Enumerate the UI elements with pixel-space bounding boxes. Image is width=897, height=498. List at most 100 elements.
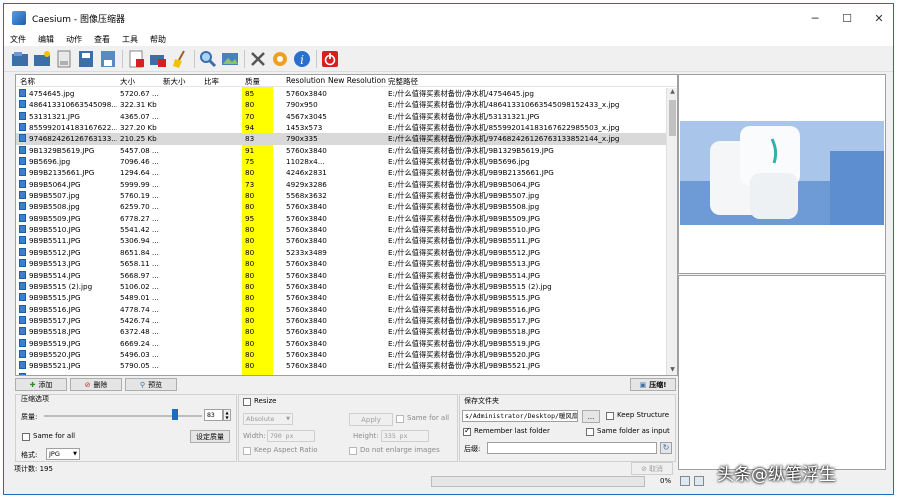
- scroll-up-icon[interactable]: ▲: [667, 88, 677, 98]
- col-quality[interactable]: 质量: [245, 76, 260, 87]
- refresh-icon[interactable]: ↻: [660, 442, 672, 454]
- cell-name: 9B9B5517.JPG: [29, 315, 81, 325]
- settings-gear-icon[interactable]: [270, 49, 290, 69]
- table-row[interactable]: 9B9B5515 (2).jpg 5106.02 ... 80 5760x3840 E:…: [16, 281, 666, 292]
- keep-structure-checkbox[interactable]: [606, 412, 614, 420]
- open-list-icon[interactable]: [54, 49, 74, 69]
- remove-button[interactable]: ⊘ 删除: [70, 378, 122, 391]
- table-row[interactable]: 9B9B5508.jpg 6259.70 ... 80 5760x3840 E:/什么值…: [16, 201, 666, 212]
- quality-spinbox[interactable]: 83: [204, 409, 223, 421]
- quality-slider-thumb[interactable]: [172, 409, 179, 420]
- same-as-input-checkbox[interactable]: [586, 428, 594, 436]
- maximize-button[interactable]: ☐: [831, 4, 863, 32]
- add-pictures-icon[interactable]: [10, 49, 30, 69]
- save-list-icon[interactable]: [76, 49, 96, 69]
- col-new-resolution[interactable]: New Resolution: [328, 76, 386, 85]
- width-input[interactable]: 790 px: [267, 430, 315, 442]
- save-as-icon[interactable]: [98, 49, 118, 69]
- table-row[interactable]: 855992014183167622... 327.20 Kb 94 1453x573…: [16, 122, 666, 133]
- table-row[interactable]: 974682426126763133... 210.25 Kb 83 790x335 E…: [16, 133, 666, 145]
- keep-aspect-checkbox[interactable]: [243, 447, 251, 455]
- table-row[interactable]: 4754645.jpg 5720.67 ... 85 5760x3840 E:/什么值得…: [16, 88, 666, 99]
- cell-quality: 91: [245, 145, 255, 155]
- table-row[interactable]: 9B9B5510.JPG 5541.42 ... 80 5760x3840 E:/什么值…: [16, 224, 666, 235]
- preview-button[interactable]: ⚲ 预览: [125, 378, 177, 391]
- table-row[interactable]: 9B9B2135661.JPG 1294.64 ... 80 4246x2831 E:/…: [16, 167, 666, 178]
- set-quality-button[interactable]: 设定质量: [190, 430, 230, 443]
- table-row[interactable]: 9B5696.jpg 7096.46 ... 75 11028x4... E:/什么值得…: [16, 156, 666, 167]
- col-ratio[interactable]: 比率: [204, 76, 219, 87]
- table-row[interactable]: 9B9B5515.JPG 5489.01 ... 80 5760x3840 E:/什么值…: [16, 292, 666, 303]
- table-row[interactable]: 9B9B5522.JPG: [16, 372, 666, 375]
- view-mode-icon-1[interactable]: [680, 476, 690, 486]
- no-enlarge-checkbox[interactable]: [349, 447, 357, 455]
- scroll-thumb[interactable]: [669, 100, 676, 136]
- resize-mode-select[interactable]: Absolute ▼: [243, 413, 293, 425]
- quality-slider-track[interactable]: [44, 415, 202, 417]
- menu-edit[interactable]: 编辑: [32, 34, 60, 45]
- remove-item-icon[interactable]: [126, 49, 146, 69]
- open-folder-icon[interactable]: [32, 49, 52, 69]
- file-list[interactable]: 名称 大小 新大小 比率 质量 Resolution New Resolutio…: [15, 74, 678, 376]
- add-button[interactable]: ✚ 添加: [15, 378, 67, 391]
- clear-list-icon[interactable]: [148, 49, 168, 69]
- col-size[interactable]: 大小: [120, 76, 135, 87]
- vertical-scrollbar[interactable]: ▲ ▼: [666, 88, 677, 375]
- table-row[interactable]: 9B9B5521.JPG 5790.05 ... 80 5760x3840 E:/什么值…: [16, 360, 666, 371]
- table-row[interactable]: 9B9B5520.JPG 5496.03 ... 80 5760x3840 E:/什么值…: [16, 349, 666, 360]
- table-row[interactable]: 9B9B5519.JPG 6669.24 ... 80 5760x3840 E:/什么值…: [16, 338, 666, 349]
- cancel-button[interactable]: ⊘ 取消: [631, 462, 673, 475]
- height-input[interactable]: 335 px: [381, 430, 429, 442]
- image-file-icon: [19, 191, 26, 200]
- suffix-input[interactable]: [487, 442, 657, 454]
- table-row[interactable]: 9B9B5509.JPG 6778.27 ... 95 5760x3840 E:/什么值…: [16, 213, 666, 224]
- preview-image-icon[interactable]: [220, 49, 240, 69]
- info-icon[interactable]: i: [292, 49, 312, 69]
- power-exit-icon[interactable]: [320, 49, 340, 69]
- browse-button[interactable]: ...: [582, 410, 600, 423]
- menu-help[interactable]: 帮助: [144, 34, 172, 45]
- quality-spin-arrows-icon[interactable]: ▲ ▼: [223, 409, 231, 421]
- resize-checkbox[interactable]: [243, 398, 251, 406]
- table-row[interactable]: 9B9B5518.JPG 6372.48 ... 80 5760x3840 E:/什么值…: [16, 326, 666, 337]
- search-icon[interactable]: [198, 49, 218, 69]
- table-row[interactable]: 9B9B5064.JPG 5999.99 ... 73 4929x3286 E:/什么值…: [16, 179, 666, 190]
- table-row[interactable]: 9B9B5514.JPG 5668.97 ... 80 5760x3840 E:/什么值…: [16, 270, 666, 281]
- col-resolution[interactable]: Resolution: [286, 76, 325, 85]
- menu-view[interactable]: 查看: [88, 34, 116, 45]
- scroll-down-icon[interactable]: ▼: [667, 366, 677, 375]
- table-row[interactable]: 9B9B5512.JPG 8651.84 ... 80 5233x3489 E:/什么值…: [16, 247, 666, 258]
- suffix-label: 后缀:: [464, 445, 481, 453]
- table-row[interactable]: 9B9B5513.JPG 5658.11 ... 80 5760x3840 E:/什么值…: [16, 258, 666, 269]
- table-row[interactable]: 9B9B5511.JPG 5306.94 ... 80 5760x3840 E:/什么值…: [16, 235, 666, 246]
- table-row[interactable]: 9B9B5516.JPG 4778.74 ... 80 5760x3840 E:/什么值…: [16, 304, 666, 315]
- same-for-all-quality-checkbox[interactable]: [22, 433, 30, 441]
- apply-button[interactable]: Apply: [349, 413, 393, 426]
- same-for-all-resize-checkbox[interactable]: [396, 415, 404, 423]
- minimize-button[interactable]: ─: [799, 4, 831, 32]
- col-path[interactable]: 完整路径: [388, 76, 418, 87]
- table-row[interactable]: 486413310663545098... 322.31 Kb 80 790x950 E…: [16, 99, 666, 110]
- output-path-input[interactable]: s/Administrator/Desktop/暖风扇: [462, 410, 578, 422]
- image-file-icon: [19, 293, 26, 302]
- close-button[interactable]: ✕: [863, 4, 893, 32]
- table-row[interactable]: 9B1329B5619.JPG 5457.08 ... 91 5760x3840 E:/…: [16, 145, 666, 156]
- table-row[interactable]: 53131321.JPG 4365.07 ... 70 4567x3045 E:/什么值…: [16, 111, 666, 122]
- menu-file[interactable]: 文件: [4, 34, 32, 45]
- format-select[interactable]: JPG ▼: [46, 448, 80, 460]
- image-file-icon: [19, 157, 26, 166]
- table-row[interactable]: 9B9B5517.JPG 5426.74 ... 80 5760x3840 E:/什么值…: [16, 315, 666, 326]
- menu-tools[interactable]: 工具: [116, 34, 144, 45]
- cell-size: 5457.08 ...: [120, 145, 159, 155]
- cell-size: 6372.48 ...: [120, 327, 159, 337]
- broom-icon[interactable]: [170, 49, 190, 69]
- menu-action[interactable]: 动作: [60, 34, 88, 45]
- table-row[interactable]: 9B9B5507.jpg 5760.19 ... 80 5568x3632 E:/什么值…: [16, 190, 666, 201]
- compress-button[interactable]: ▣ 压缩!: [630, 378, 676, 391]
- col-name[interactable]: 名称: [20, 76, 35, 87]
- col-new-size[interactable]: 新大小: [163, 76, 186, 87]
- tools-icon[interactable]: [248, 49, 268, 69]
- view-mode-icon-2[interactable]: [694, 476, 704, 486]
- delete-icon: ⊘: [84, 380, 91, 389]
- remember-folder-checkbox[interactable]: [463, 426, 471, 436]
